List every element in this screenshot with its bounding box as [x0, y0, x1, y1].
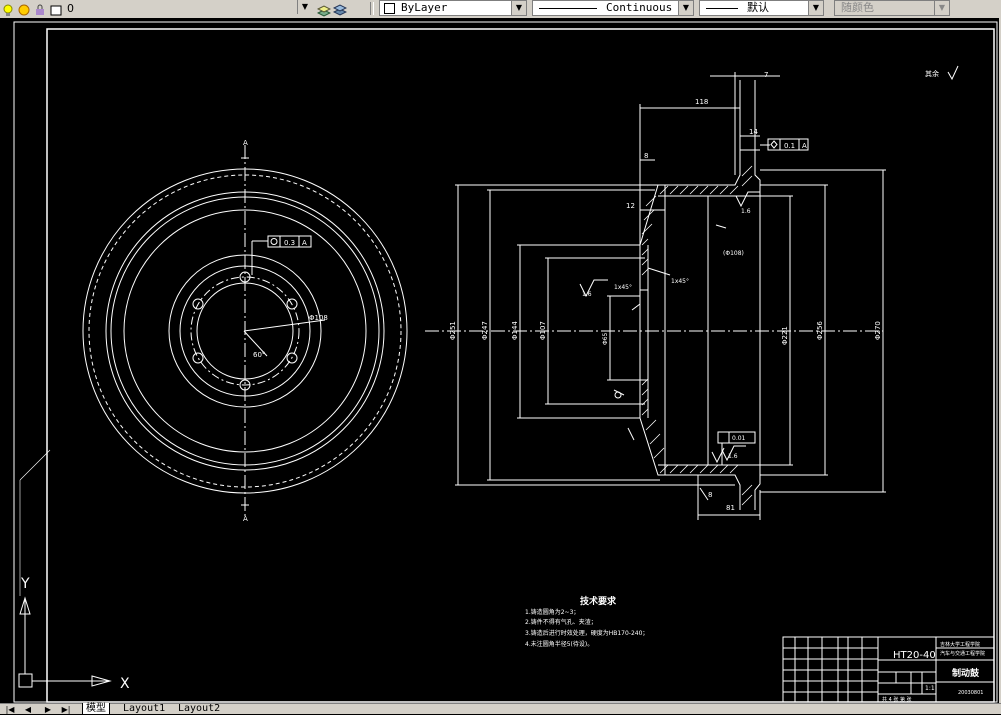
- dim-12: 12: [626, 202, 635, 210]
- color-combo[interactable]: ByLayer ▼: [379, 0, 527, 16]
- dim-d270: Φ270: [874, 321, 882, 340]
- tech-note-2: 2.铸件不得有气孔、夹渣；: [525, 618, 597, 626]
- chevron-down-icon[interactable]: ▼: [297, 0, 312, 14]
- rough-left: 1.6: [582, 291, 592, 298]
- lineweight-combo[interactable]: 默认 ▼: [699, 0, 824, 16]
- chevron-down-icon: ▼: [934, 1, 949, 15]
- dim-bore: (Φ108): [723, 250, 744, 257]
- layout-tab-bar: |◀ ◀ ▶ ▶| 模型 Layout1 Layout2: [0, 703, 1001, 715]
- rough-top: 1.6: [741, 208, 751, 215]
- dim-bolt-circle: Φ108: [309, 314, 328, 322]
- dim-chamfer-top: 1x45°: [671, 278, 689, 285]
- dim-d247: Φ247: [481, 321, 489, 340]
- dim-7: 7: [764, 71, 768, 79]
- lineweight-value: 默认: [747, 1, 769, 14]
- color-value: ByLayer: [401, 1, 448, 14]
- linetype-sample: [539, 7, 597, 9]
- linetype-value: Continuous: [606, 1, 673, 14]
- make-layer-current-icon[interactable]: [316, 2, 332, 17]
- tb-code: 20030801: [958, 690, 983, 696]
- linetype-combo[interactable]: Continuous ▼: [532, 0, 694, 16]
- section-label-top: A: [243, 139, 248, 147]
- toolbar-separator: [370, 2, 374, 15]
- front-view: [82, 145, 408, 517]
- tech-title: 技术要求: [580, 595, 617, 607]
- tech-note-4: 4.未注圆角半径5(待设)。: [525, 640, 593, 648]
- tb-partname: 制动鼓: [952, 667, 980, 679]
- dim-8: 8: [644, 152, 648, 160]
- tb-school-2: 汽车与交通工程学院: [940, 650, 985, 657]
- dim-d65: Φ65: [602, 332, 609, 345]
- layer-combo[interactable]: ▼: [4, 0, 312, 16]
- gdt-left-datum: A: [302, 239, 307, 247]
- section-view: [425, 65, 959, 520]
- ucs-icon: [18, 449, 112, 688]
- layer-previous-icon[interactable]: [332, 2, 348, 16]
- dim-118: 118: [695, 98, 708, 106]
- dim-d107: Φ107: [539, 321, 547, 340]
- outer-border: [13, 21, 998, 703]
- dim-d256: Φ256: [816, 321, 824, 340]
- chevron-down-icon[interactable]: ▼: [511, 1, 526, 15]
- plotstyle-combo: 随颜色 ▼: [834, 0, 950, 16]
- dim-14: 14: [749, 128, 758, 136]
- tech-note-3: 3.铸造后进行时效处理，硬度为HB170-240；: [525, 629, 648, 637]
- tab-model[interactable]: 模型: [82, 703, 110, 715]
- section-label-bottom: A: [243, 515, 248, 523]
- dim-d251: Φ251: [449, 321, 457, 340]
- tab-layout2[interactable]: Layout2: [175, 703, 223, 714]
- properties-toolbar: 0 ▼ ByLayer ▼ Continuous ▼ 默认 ▼ 随颜色 ▼: [0, 0, 1001, 19]
- gdt-top-value: 0.1: [784, 142, 795, 150]
- gdt-left-value: 0.3: [284, 239, 295, 247]
- tab-layout1[interactable]: Layout1: [120, 703, 168, 714]
- plotstyle-value: 随颜色: [841, 1, 874, 14]
- tech-note-1: 1.铸造圆角为2~3；: [525, 608, 579, 616]
- dim-81: 81: [726, 504, 735, 512]
- dim-angle: 60°: [253, 351, 265, 359]
- tb-sheet: 共 4 张 第 张: [882, 696, 912, 703]
- rough-16: 1.6: [728, 453, 738, 460]
- dim-bottom-8: 8: [708, 491, 712, 499]
- ucs-x-label: X: [120, 676, 130, 692]
- tb-material: HT20-40: [893, 650, 936, 661]
- model-space-canvas[interactable]: A A 0.3 A Φ108 60° 7 118 14 0.1 A 8 12 1…: [0, 18, 1001, 704]
- tb-school-1: 吉林大学工程学院: [940, 641, 980, 648]
- color-swatch: [384, 2, 395, 14]
- lineweight-sample: [706, 7, 738, 9]
- dim-chamfer-mid: 1x45°: [614, 284, 632, 291]
- dim-d221: Φ221: [781, 326, 789, 345]
- chevron-down-icon[interactable]: ▼: [678, 1, 693, 15]
- gdt-bottom-value: 0.01: [732, 435, 746, 442]
- gdt-top-datum: A: [802, 142, 807, 150]
- chevron-down-icon[interactable]: ▼: [808, 1, 823, 15]
- tb-scale: 1:1: [925, 685, 935, 692]
- layer-tools: [316, 0, 348, 17]
- ucs-y-label: Y: [20, 576, 30, 592]
- dim-d144: Φ144: [511, 321, 519, 340]
- rough-other: 其余: [925, 69, 939, 78]
